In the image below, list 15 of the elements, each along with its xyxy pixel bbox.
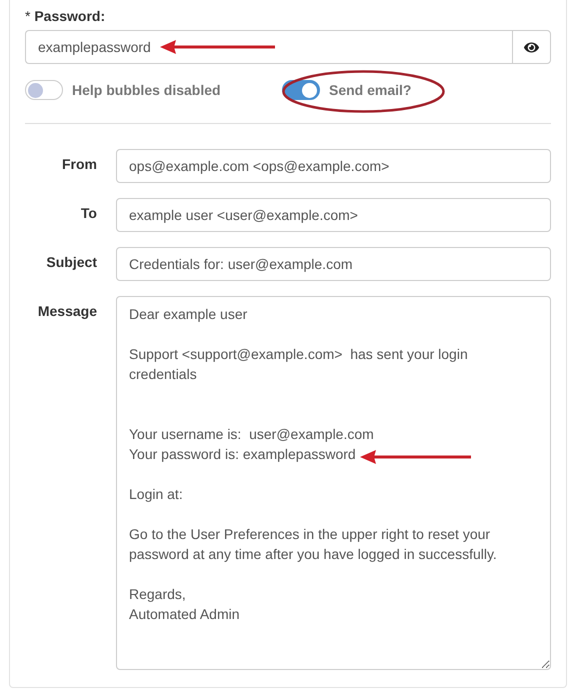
field-label: Subject bbox=[45, 253, 97, 272]
field-label: To bbox=[80, 204, 97, 223]
toggle-label: Help bubbles disabled bbox=[72, 82, 221, 98]
field-label: Message bbox=[36, 302, 97, 321]
message-field[interactable]: Dear example user Support <support@example.com> has sent your login credentials Your username is: user@example.com Your password is: examplepassword Login at: Go to the User Preferences in the upper right to reset your password at any time after you have logged in successfully. Regards, Automated Admin bbox=[116, 296, 551, 670]
field-label: From bbox=[61, 155, 97, 174]
text-field[interactable]: example user <user@example.com> bbox=[116, 198, 551, 232]
eye-icon bbox=[524, 40, 539, 54]
password-field[interactable]: examplepassword bbox=[25, 30, 512, 64]
show-password-button[interactable] bbox=[512, 30, 551, 64]
toggle-label: Send email? bbox=[329, 82, 412, 98]
text-field[interactable]: Credentials for: user@example.com bbox=[116, 247, 551, 281]
toggle-switch[interactable] bbox=[25, 80, 63, 100]
text-field[interactable]: ops@example.com <ops@example.com> bbox=[116, 149, 551, 183]
password-label: *Password: bbox=[25, 8, 106, 24]
